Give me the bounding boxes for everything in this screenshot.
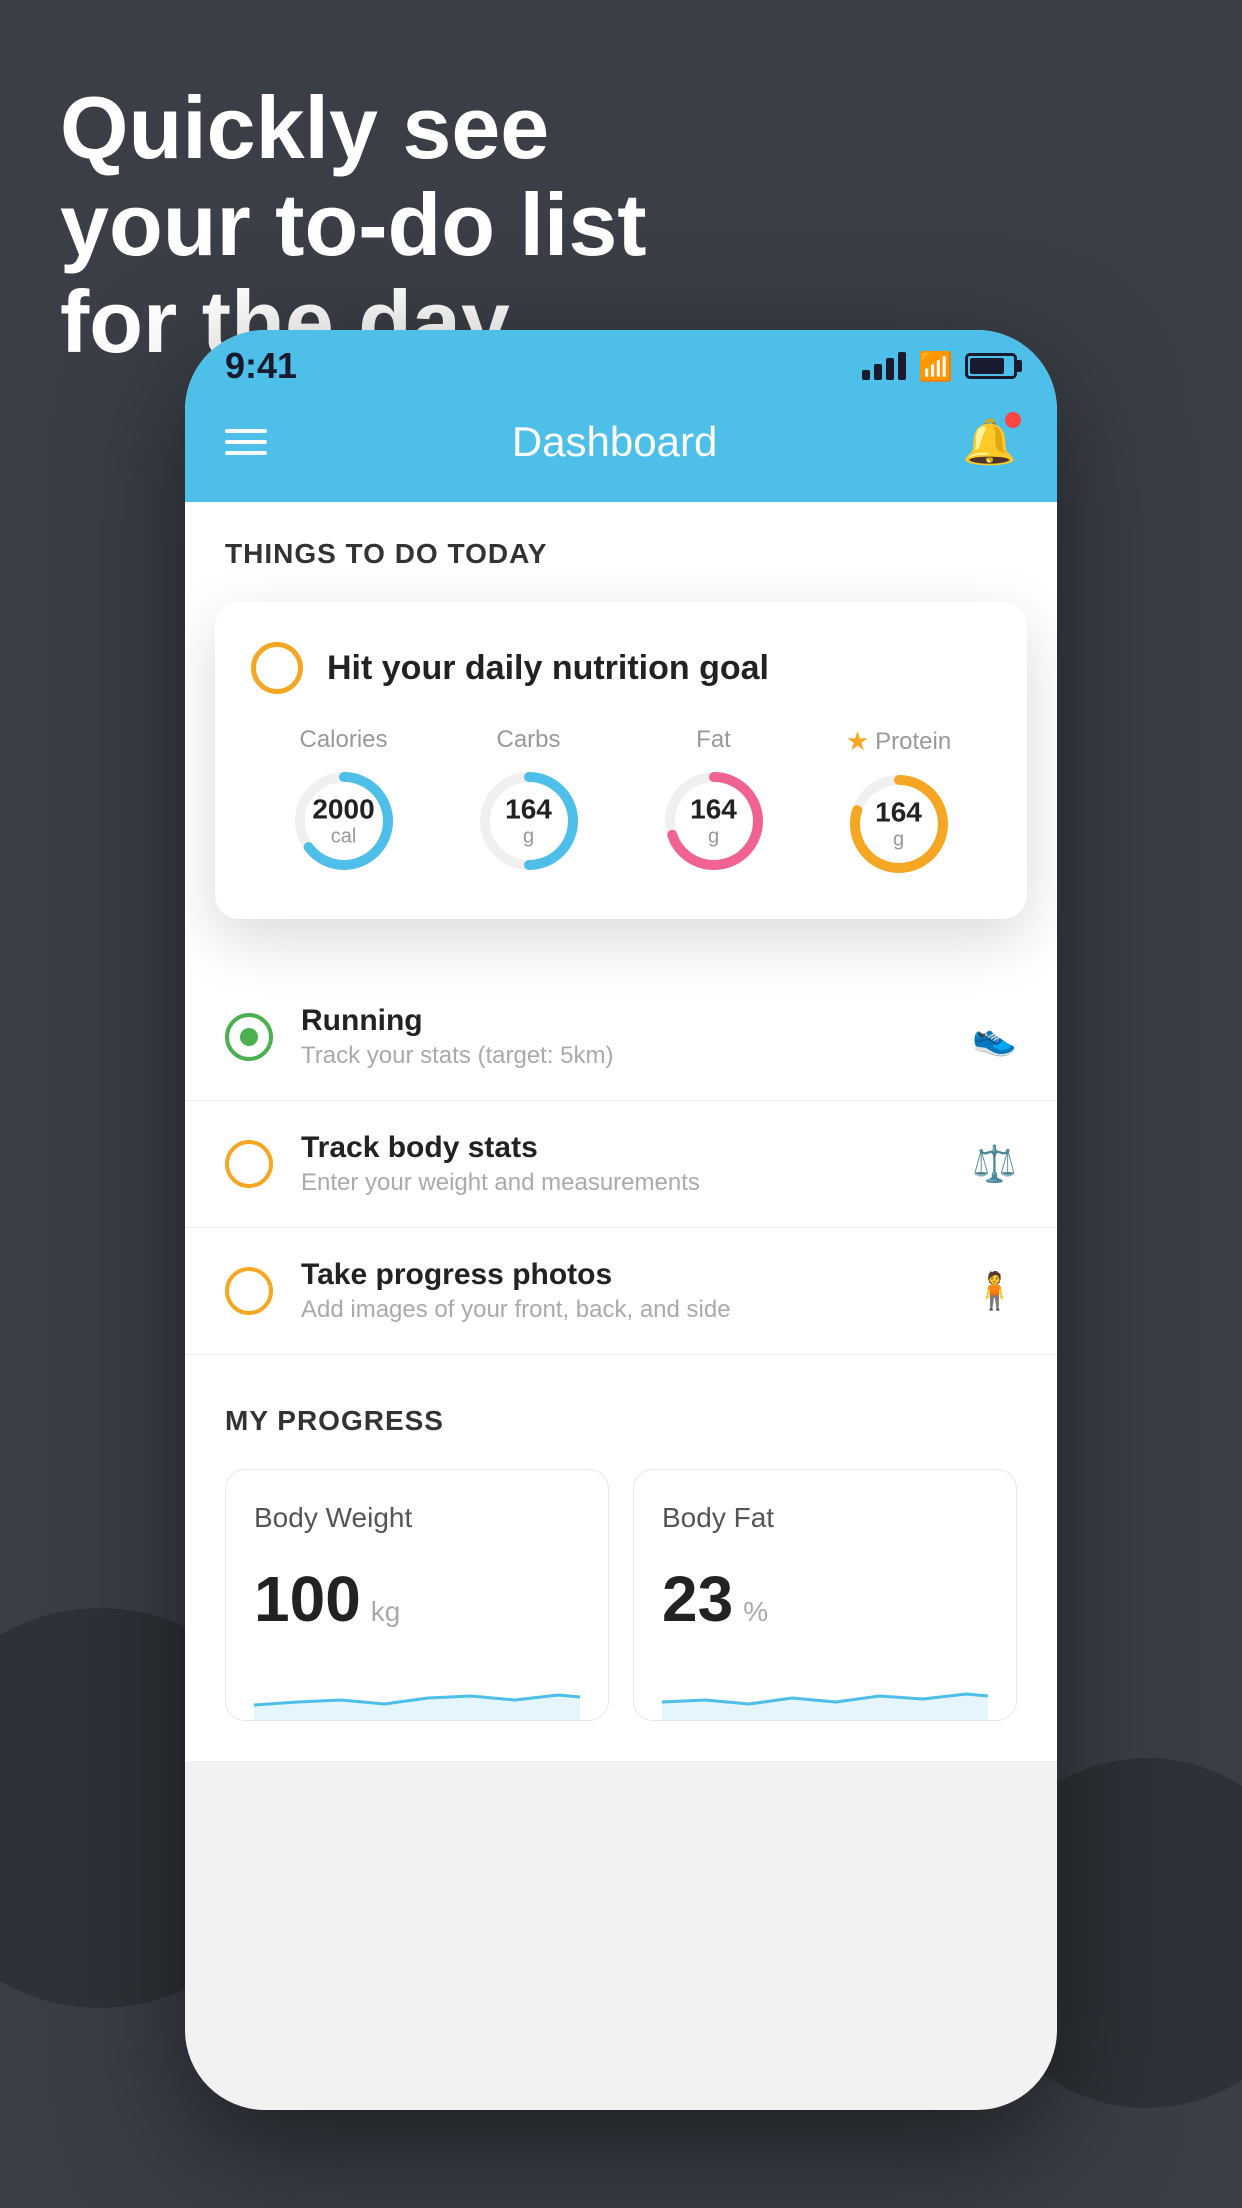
progress-value-row-fat: 23 % <box>662 1562 988 1636</box>
todo-text-running: Running Track your stats (target: 5km) <box>301 1004 944 1070</box>
progress-card-weight[interactable]: Body Weight 100 kg <box>225 1469 609 1721</box>
status-time: 9:41 <box>225 345 297 387</box>
scale-icon: ⚖️ <box>972 1143 1017 1185</box>
todo-sub-photos: Add images of your front, back, and side <box>301 1296 944 1324</box>
battery-icon <box>965 353 1017 379</box>
progress-unit-fat: % <box>743 1596 768 1628</box>
todo-status-photos <box>225 1267 273 1315</box>
phone-shell: 9:41 📶 Dashboard 🔔 TH <box>185 330 1057 2110</box>
stat-label-carbs: Carbs <box>496 726 560 754</box>
stat-carbs: Carbs 164 g <box>474 726 584 876</box>
wifi-icon: 📶 <box>918 350 953 383</box>
app-header: Dashboard 🔔 <box>185 402 1057 502</box>
task-circle-nutrition[interactable] <box>251 642 303 694</box>
todo-item-photos[interactable]: Take progress photos Add images of your … <box>185 1228 1057 1355</box>
bell-icon[interactable]: 🔔 <box>962 416 1017 468</box>
donut-protein: 164 g <box>844 769 954 879</box>
star-icon: ★ <box>846 726 869 757</box>
donut-carbs: 164 g <box>474 766 584 876</box>
progress-value-weight: 100 <box>254 1562 361 1636</box>
menu-icon[interactable] <box>225 429 267 455</box>
todo-sub-body-stats: Enter your weight and measurements <box>301 1169 944 1197</box>
todo-title-photos: Take progress photos <box>301 1258 944 1292</box>
donut-calories: 2000 cal <box>289 766 399 876</box>
stat-protein: ★ Protein 164 g <box>844 726 954 879</box>
card-title: Hit your daily nutrition goal <box>327 649 769 688</box>
todo-item-body-stats[interactable]: Track body stats Enter your weight and m… <box>185 1101 1057 1228</box>
status-icons: 📶 <box>862 350 1017 383</box>
progress-card-weight-title: Body Weight <box>254 1502 580 1534</box>
stat-fat: Fat 164 g <box>659 726 769 876</box>
header-title: Dashboard <box>512 418 717 466</box>
card-title-row: Hit your daily nutrition goal <box>251 642 991 694</box>
nutrition-stats: Calories 2000 cal Carbs <box>251 726 991 879</box>
headline-line2: your to-do list <box>60 177 647 274</box>
todo-item-running[interactable]: Running Track your stats (target: 5km) 👟 <box>185 974 1057 1101</box>
progress-card-fat-title: Body Fat <box>662 1502 988 1534</box>
stat-label-calories: Calories <box>299 726 387 754</box>
progress-value-row-weight: 100 kg <box>254 1562 580 1636</box>
todo-status-running <box>225 1013 273 1061</box>
mini-chart-fat <box>662 1660 988 1720</box>
todo-list: Running Track your stats (target: 5km) 👟… <box>185 974 1057 1355</box>
stat-calories: Calories 2000 cal <box>289 726 399 876</box>
progress-section: MY PROGRESS Body Weight 100 kg <box>185 1355 1057 1761</box>
signal-bars-icon <box>862 352 906 380</box>
status-bar: 9:41 📶 <box>185 330 1057 402</box>
todo-text-photos: Take progress photos Add images of your … <box>301 1258 944 1324</box>
app-content: THINGS TO DO TODAY Hit your daily nutrit… <box>185 502 1057 1761</box>
shoe-icon: 👟 <box>972 1016 1017 1058</box>
progress-cards: Body Weight 100 kg Body Fat <box>225 1469 1017 1721</box>
progress-card-fat[interactable]: Body Fat 23 % <box>633 1469 1017 1721</box>
progress-value-fat: 23 <box>662 1562 733 1636</box>
headline: Quickly see your to-do list for the day. <box>60 80 647 370</box>
nutrition-card: Hit your daily nutrition goal Calories 2… <box>215 602 1027 919</box>
todo-title-body-stats: Track body stats <box>301 1131 944 1165</box>
stat-label-protein: ★ Protein <box>846 726 951 757</box>
mini-chart-weight <box>254 1660 580 1720</box>
person-icon: 🧍 <box>972 1270 1017 1312</box>
todo-title-running: Running <box>301 1004 944 1038</box>
progress-section-header: MY PROGRESS <box>225 1405 1017 1437</box>
things-section-header: THINGS TO DO TODAY <box>185 502 1057 594</box>
stat-label-fat: Fat <box>696 726 731 754</box>
notification-dot <box>1005 412 1021 428</box>
todo-status-body-stats <box>225 1140 273 1188</box>
todo-sub-running: Track your stats (target: 5km) <box>301 1042 944 1070</box>
progress-unit-weight: kg <box>371 1596 401 1628</box>
todo-text-body-stats: Track body stats Enter your weight and m… <box>301 1131 944 1197</box>
headline-line1: Quickly see <box>60 80 647 177</box>
donut-fat: 164 g <box>659 766 769 876</box>
